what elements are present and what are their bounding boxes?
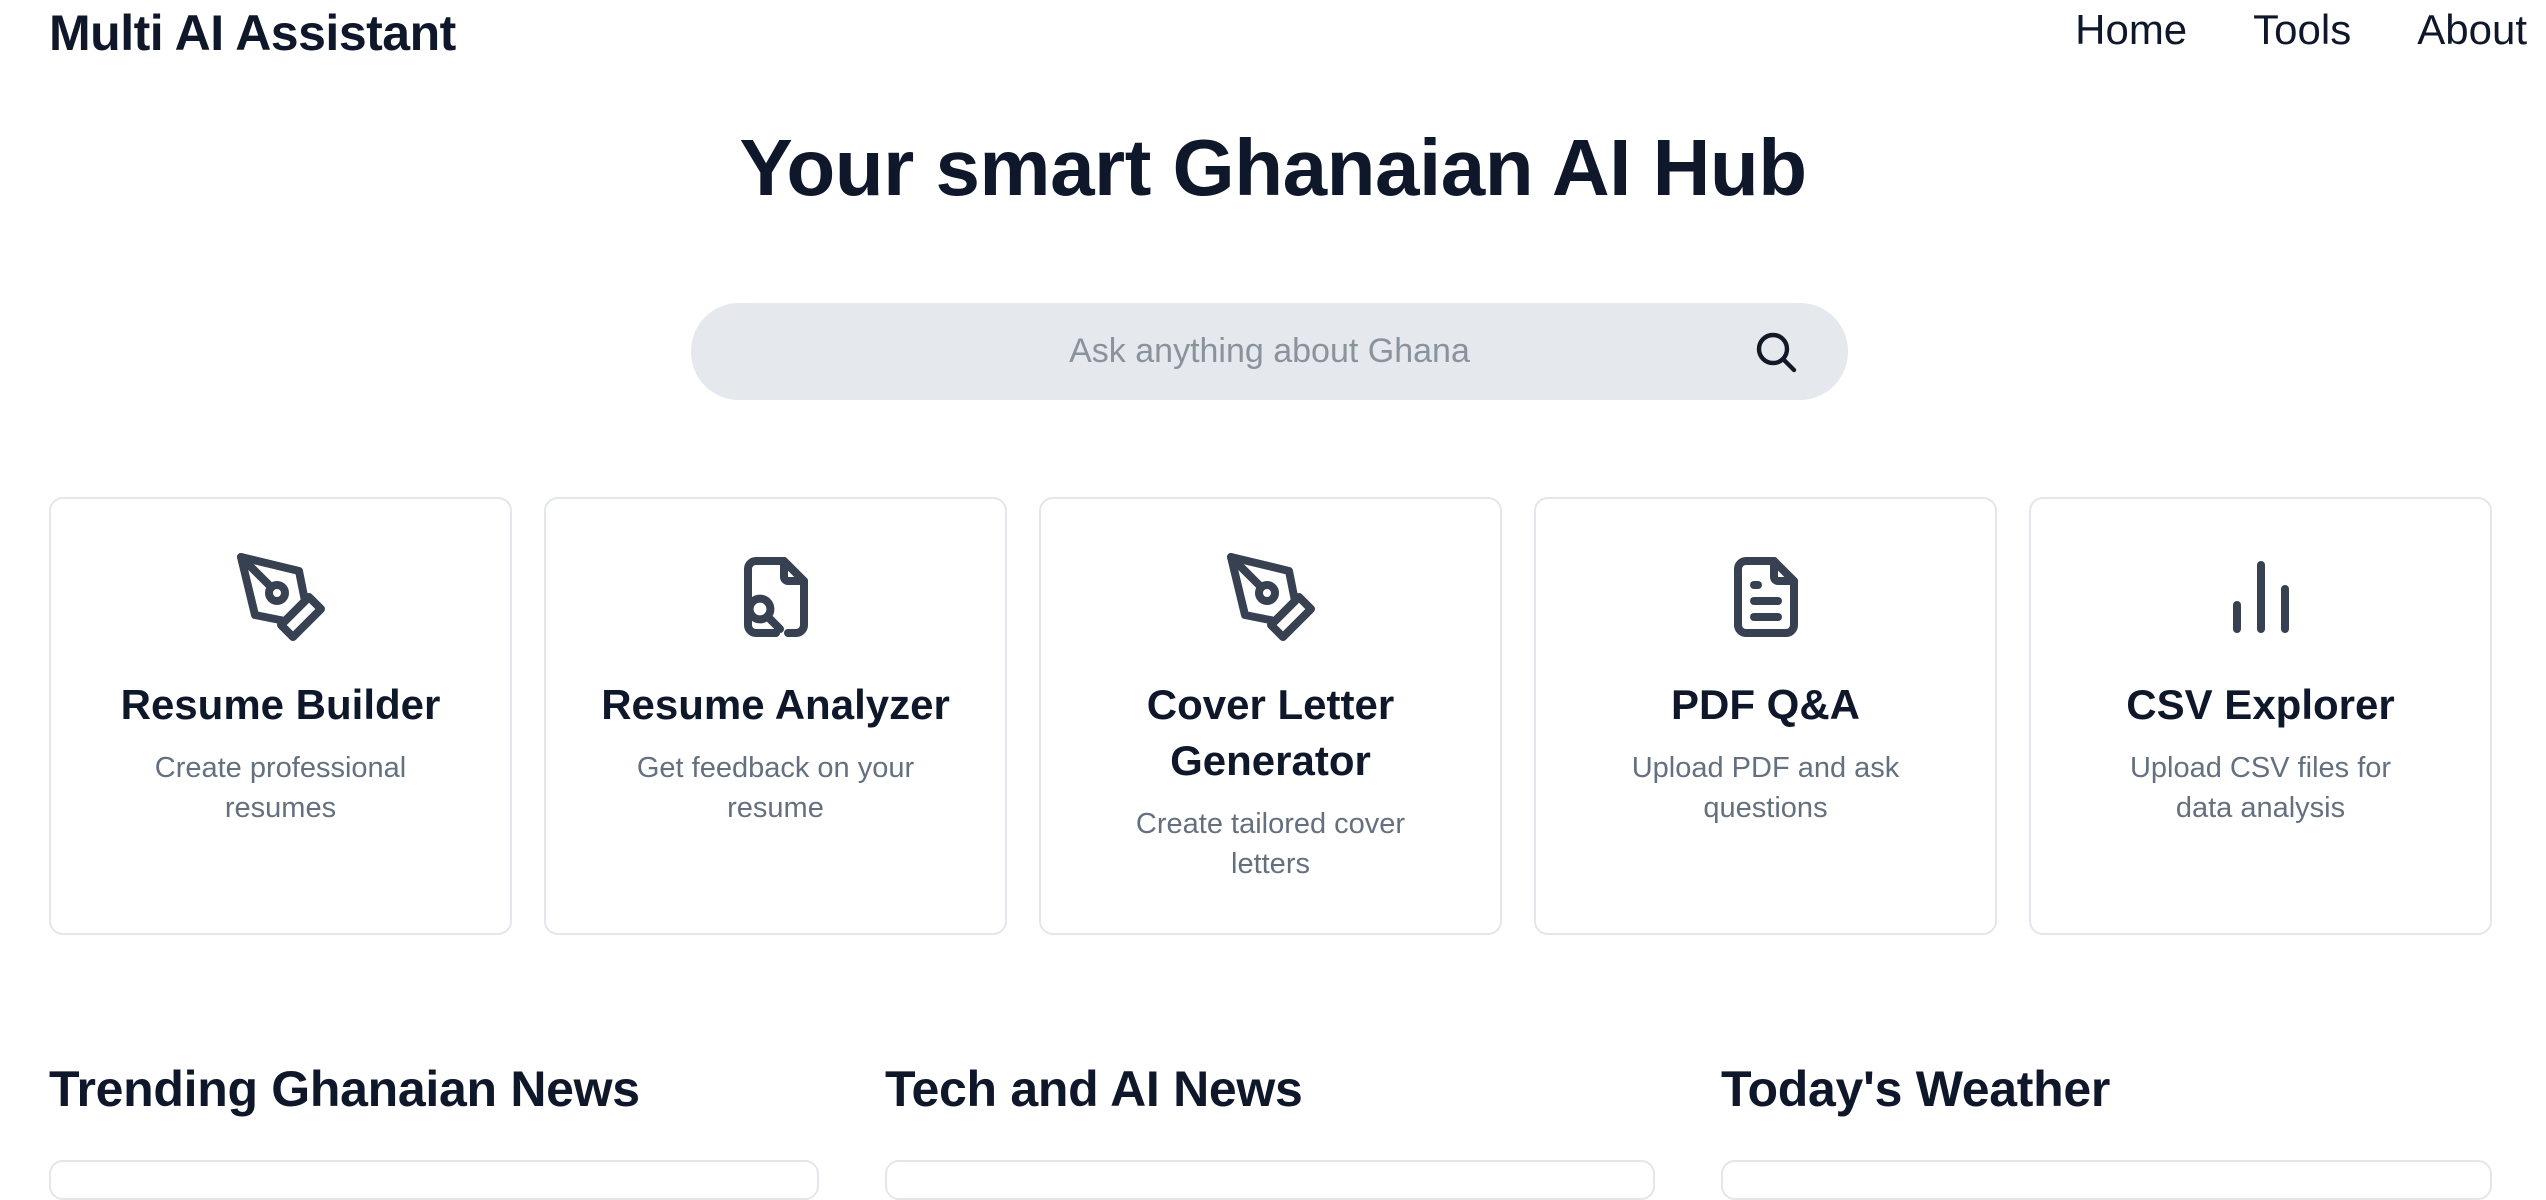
pen-nib-icon (236, 553, 325, 641)
tech-news-panel (885, 1160, 1655, 1200)
ghana-news-panel (49, 1160, 819, 1200)
bar-chart-icon (2232, 561, 2289, 633)
section-title-ghana-news: Trending Ghanaian News (49, 1061, 640, 1117)
card-title: PDF Q&A (1671, 681, 1860, 728)
card-title: Resume Analyzer (601, 681, 950, 728)
card-title: Resume Builder (120, 681, 441, 728)
tool-cards: Resume Builder Create professional resum… (49, 497, 2492, 935)
nav-tools[interactable]: Tools (2253, 6, 2351, 54)
card-title: CSV Explorer (2126, 681, 2395, 728)
pen-nib-icon (1226, 553, 1315, 641)
card-description: Upload CSV files for data analysis (2129, 752, 2392, 824)
hero-title: Your smart Ghanaian AI Hub (739, 123, 1807, 212)
tool-card-resume-builder[interactable]: Resume Builder Create professional resum… (49, 497, 512, 935)
app-title: Multi AI Assistant (49, 5, 456, 61)
tool-card-pdf-qa[interactable]: PDF Q&A Upload PDF and ask questions (1534, 497, 1997, 935)
section-title-weather: Today's Weather (1721, 1061, 2110, 1117)
weather-panel (1721, 1160, 2492, 1200)
search-icon[interactable] (1752, 328, 1800, 376)
nav-about[interactable]: About (2417, 6, 2527, 54)
card-title: Cover Letter Generator (1146, 681, 1395, 784)
section-title-tech-news: Tech and AI News (885, 1061, 1303, 1117)
document-text-icon (1733, 557, 1798, 637)
card-description: Get feedback on your resume (636, 752, 915, 824)
tool-card-resume-analyzer[interactable]: Resume Analyzer Get feedback on your res… (544, 497, 1007, 935)
tool-card-csv-explorer[interactable]: CSV Explorer Upload CSV files for data a… (2029, 497, 2492, 935)
main-nav: Home Tools About (2075, 6, 2527, 54)
tool-card-cover-letter-generator[interactable]: Cover Letter Generator Create tailored c… (1039, 497, 1502, 935)
file-search-icon (743, 557, 808, 637)
card-description: Upload PDF and ask questions (1631, 752, 1900, 824)
search-bar (691, 303, 1848, 400)
card-description: Create tailored cover letters (1135, 808, 1406, 880)
nav-home[interactable]: Home (2075, 6, 2187, 54)
card-description: Create professional resumes (154, 752, 407, 824)
search-input[interactable] (691, 303, 1848, 400)
